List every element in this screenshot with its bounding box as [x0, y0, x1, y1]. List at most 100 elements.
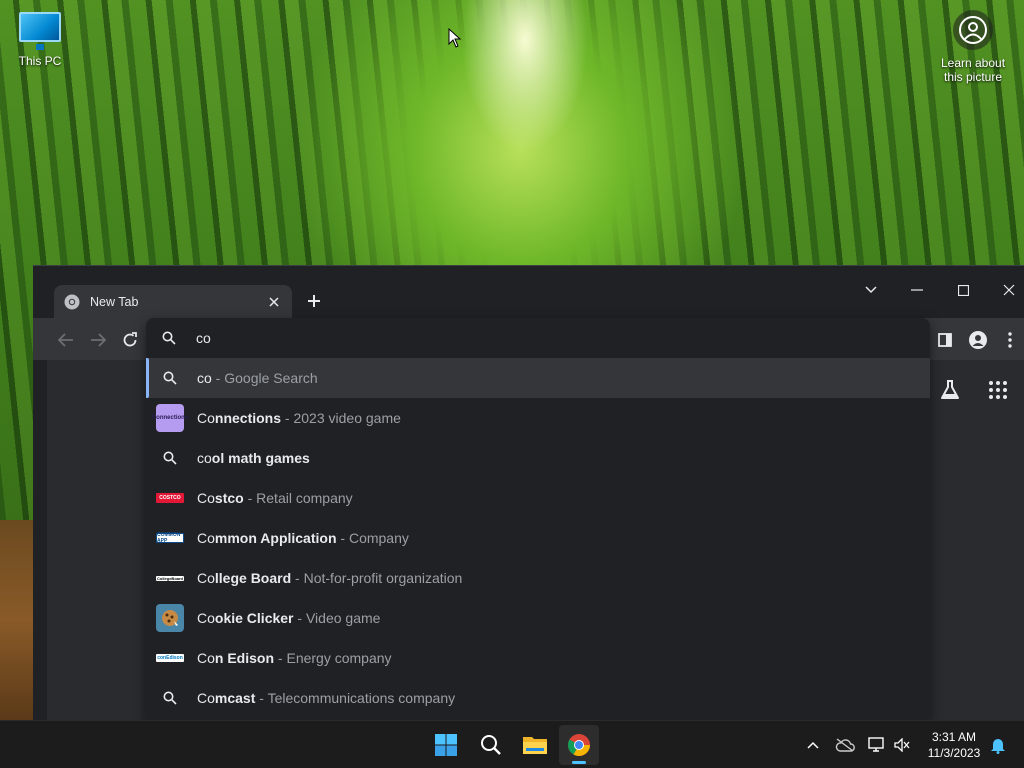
plus-icon	[308, 295, 320, 307]
maximize-icon	[957, 284, 969, 296]
search-icon	[481, 735, 501, 755]
bell-icon	[991, 739, 1005, 754]
labs-button[interactable]	[936, 376, 964, 404]
suggestion-item[interactable]: Comcast - Telecommunications company	[146, 678, 930, 718]
maximize-button[interactable]	[940, 278, 986, 302]
suggestion-text: n Edison	[214, 650, 275, 666]
search-icon	[156, 444, 184, 472]
suggestion-match: Co	[197, 690, 215, 706]
common-app-logo-icon: COMMON APP	[156, 532, 184, 544]
clock-time: 3:31 AM	[931, 730, 977, 744]
suggestion-desc: Google Search	[224, 370, 318, 386]
chrome-icon	[568, 734, 590, 756]
start-button[interactable]	[426, 725, 466, 765]
suggestion-text: mcast	[214, 690, 256, 706]
suggestion-sep: -	[293, 610, 306, 626]
volume-button[interactable]	[890, 733, 914, 757]
minimize-button[interactable]	[894, 278, 940, 302]
suggestion-item[interactable]: Connections Connections - 2023 video gam…	[146, 398, 930, 438]
suggestion-desc: Energy company	[286, 650, 392, 666]
close-icon	[1003, 284, 1015, 296]
tab-search-button[interactable]	[848, 278, 894, 302]
suggestion-sep: -	[274, 650, 287, 666]
suggestion-text: mmon Application	[214, 530, 337, 546]
omnibox-dropdown: co - Google Search Connections Connectio…	[146, 318, 930, 720]
menu-button[interactable]	[997, 327, 1023, 353]
suggestion-match: co	[197, 450, 212, 466]
arrow-left-icon	[58, 333, 73, 347]
side-panel-button[interactable]	[932, 327, 958, 353]
suggestion-match: Co	[197, 410, 215, 426]
suggestion-text: stco	[214, 490, 244, 506]
suggestion-text: ol math games	[211, 450, 310, 466]
clock-date: 11/3/2023	[927, 746, 981, 760]
taskbar-chrome-button[interactable]	[559, 725, 599, 765]
mouse-cursor-icon	[448, 28, 462, 48]
tab-title: New Tab	[90, 294, 139, 309]
omnibox-input[interactable]	[196, 330, 796, 346]
suggestion-desc: Company	[348, 530, 409, 546]
suggestion-item[interactable]: Cookie Clicker - Video game	[146, 598, 930, 638]
google-apps-button[interactable]	[984, 376, 1012, 404]
connections-thumb-icon: Connections	[152, 404, 188, 432]
forward-button[interactable]	[85, 327, 111, 353]
tab-close-button[interactable]	[266, 294, 282, 310]
chrome-icon	[64, 294, 80, 309]
close-window-button[interactable]	[986, 278, 1024, 302]
search-icon	[156, 684, 184, 712]
con-edison-logo-icon: conEdison	[156, 654, 184, 662]
suggestion-match: Co	[197, 530, 215, 546]
learn-line1: Learn about	[940, 56, 1006, 70]
college-board-logo-icon: CollegeBoard	[156, 575, 184, 581]
file-explorer-button[interactable]	[515, 725, 555, 765]
suggestion-sep: -	[336, 530, 349, 546]
suggestion-desc: Video game	[305, 610, 381, 626]
suggestion-sep: -	[291, 570, 304, 586]
reload-icon	[123, 332, 137, 347]
apps-grid-icon	[989, 381, 1007, 399]
tab-new-tab[interactable]: New Tab	[54, 285, 292, 318]
suggestion-item[interactable]: COSTCO Costco - Retail company	[146, 478, 930, 518]
suggestion-item[interactable]: co - Google Search	[146, 358, 930, 398]
learn-line2: this picture	[943, 70, 1003, 84]
windows-start-icon	[435, 734, 457, 756]
back-button[interactable]	[53, 327, 79, 353]
suggestion-item[interactable]: COMMON APP Common Application - Company	[146, 518, 930, 558]
suggestion-desc: Not-for-profit organization	[303, 570, 463, 586]
onedrive-button[interactable]	[833, 733, 857, 757]
network-button[interactable]	[865, 733, 889, 757]
suggestion-match: Co	[197, 650, 215, 666]
profile-icon	[969, 331, 987, 349]
suggestion-desc: Telecommunications company	[267, 690, 456, 706]
close-icon	[269, 296, 279, 307]
minimize-icon	[911, 289, 923, 291]
taskbar-clock[interactable]: 3:31 AM 11/3/2023	[922, 729, 986, 761]
flask-icon	[941, 380, 959, 399]
desktop-icon-label: This PC	[18, 54, 62, 68]
suggestion-desc: 2023 video game	[293, 410, 401, 426]
learn-about-picture[interactable]: Learn about this picture	[930, 10, 1016, 84]
desktop-icon-this-pc[interactable]: This PC	[10, 10, 70, 68]
suggestion-item[interactable]: cool math games	[146, 438, 930, 478]
notifications-button[interactable]	[986, 733, 1010, 757]
new-tab-button[interactable]	[303, 290, 325, 312]
side-panel-icon	[938, 333, 952, 347]
cloud-off-icon	[835, 738, 855, 752]
suggestion-match: Co	[197, 610, 215, 626]
taskbar-search-button[interactable]	[471, 725, 511, 765]
arrow-right-icon	[91, 333, 106, 347]
omnibox-row	[146, 318, 930, 358]
cookie-clicker-thumb-icon	[156, 604, 184, 632]
profile-button[interactable]	[965, 327, 991, 353]
file-explorer-icon	[523, 737, 547, 754]
suggestion-item[interactable]: conEdison Con Edison - Energy company	[146, 638, 930, 678]
suggestion-item[interactable]: CollegeBoard College Board - Not-for-pro…	[146, 558, 930, 598]
reload-button[interactable]	[117, 327, 143, 353]
suggestion-match: Co	[197, 570, 215, 586]
monitor-icon	[19, 12, 61, 50]
suggestion-sep: -	[255, 690, 268, 706]
volume-mute-icon	[894, 738, 910, 752]
show-hidden-icons-button[interactable]	[801, 733, 825, 757]
suggestion-desc: Retail company	[256, 490, 353, 506]
suggestion-text: nnections	[214, 410, 282, 426]
